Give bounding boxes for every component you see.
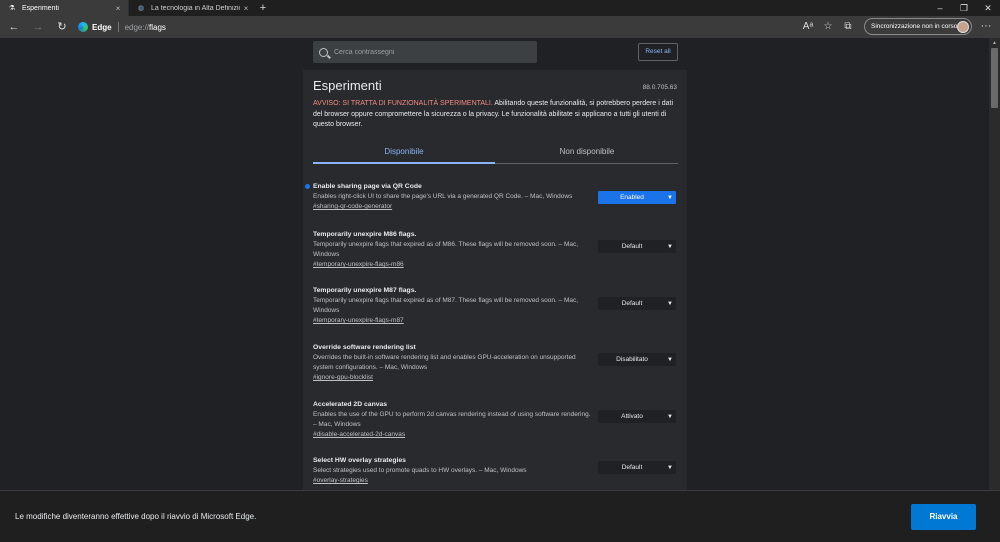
- globe-icon: ◍: [137, 5, 145, 12]
- chevron-down-icon: ▼: [667, 243, 673, 250]
- sync-profile-button[interactable]: Sincronizzazione non in corso: [864, 18, 972, 35]
- address-bar[interactable]: Edge edge:// flags: [78, 19, 778, 35]
- flag-item: Enable sharing page via QR Code Enables …: [305, 182, 678, 212]
- experiments-panel: Esperimenti 88.0.705.63 AVVISO: SI TRATT…: [303, 70, 687, 490]
- flag-select[interactable]: Default ▼: [598, 297, 676, 310]
- scroll-up-icon[interactable]: ▲: [989, 38, 1000, 48]
- flag-name: Accelerated 2D canvas: [313, 401, 388, 408]
- flag-link[interactable]: #ignore-gpu-blocklist: [313, 373, 678, 383]
- flag-link[interactable]: #disable-accelerated-2d-canvas: [313, 430, 678, 440]
- chevron-down-icon: ▼: [667, 194, 673, 201]
- flag-select[interactable]: Attivato ▼: [598, 410, 676, 423]
- flag-description: Enables right-click UI to share the page…: [313, 193, 573, 200]
- tab-title: La tecnologia in Alta Definizione: [151, 4, 240, 12]
- version-label: 88.0.705.63: [642, 84, 677, 91]
- flag-description: Temporarily unexpire flags that expired …: [313, 297, 579, 314]
- minimize-icon[interactable]: –: [928, 0, 952, 16]
- flags-page: Reset all Esperimenti 88.0.705.63 AVVISO…: [0, 38, 989, 490]
- avatar: [957, 20, 969, 33]
- chevron-down-icon: ▼: [667, 300, 673, 307]
- edge-logo-icon: [78, 22, 88, 32]
- chevron-down-icon: ▼: [667, 464, 673, 471]
- relaunch-bar: Le modifiche diventeranno effettive dopo…: [0, 490, 1000, 542]
- chevron-down-icon: ▼: [667, 356, 673, 363]
- relaunch-message: Le modifiche diventeranno effettive dopo…: [15, 512, 257, 521]
- flag-link[interactable]: #temporary-unexpire-flags-m86: [313, 260, 678, 270]
- flag-name: Temporarily unexpire M87 flags.: [313, 287, 417, 294]
- modified-indicator: [305, 184, 310, 189]
- tab-unavailable[interactable]: Non disponibile: [496, 144, 678, 164]
- flask-icon: ⚗: [8, 5, 16, 12]
- read-aloud-icon[interactable]: Aᵃ: [800, 19, 816, 35]
- flag-select-value: Disabilitato: [616, 356, 648, 363]
- flag-name: Override software rendering list: [313, 344, 416, 351]
- refresh-icon[interactable]: ↻: [54, 19, 70, 35]
- flag-select-value: Enabled: [620, 194, 644, 201]
- flag-select-value: Default: [621, 464, 643, 471]
- flag-name: Temporarily unexpire M86 flags.: [313, 231, 417, 238]
- forward-icon[interactable]: →: [30, 19, 46, 35]
- tab-close-icon[interactable]: ×: [240, 4, 252, 13]
- flag-item: Override software rendering list Overrid…: [313, 343, 678, 383]
- close-window-icon[interactable]: ✕: [976, 0, 1000, 16]
- tab-title: Esperimenti: [22, 4, 59, 12]
- flag-description: Temporarily unexpire flags that expired …: [313, 241, 579, 258]
- flag-select[interactable]: Disabilitato ▼: [598, 353, 676, 366]
- chevron-down-icon: ▼: [667, 413, 673, 420]
- toolbar: ← → ↻ Edge edge:// flags Aᵃ ☆ ⧉ Sincroni…: [0, 16, 1000, 38]
- reset-all-button[interactable]: Reset all: [638, 43, 678, 61]
- flag-select[interactable]: Default ▼: [598, 240, 676, 253]
- collections-icon[interactable]: ⧉: [840, 19, 856, 35]
- scroll-thumb[interactable]: [991, 48, 998, 108]
- sync-label: Sincronizzazione non in corso: [871, 23, 958, 30]
- url-path: flags: [149, 22, 166, 32]
- flag-select[interactable]: Enabled ▼: [598, 191, 676, 204]
- flag-description: Select strategies used to promote quads …: [313, 467, 527, 474]
- edge-label: Edge: [92, 22, 112, 32]
- maximize-icon[interactable]: ❐: [952, 0, 976, 16]
- flag-name: Enable sharing page via QR Code: [313, 183, 422, 190]
- new-tab-button[interactable]: +: [256, 0, 270, 16]
- flag-item: Temporarily unexpire M87 flags. Temporar…: [313, 286, 678, 326]
- availability-tabs: Disponibile Non disponibile: [313, 144, 678, 164]
- warning-message: AVVISO: SI TRATTA DI FUNZIONALITÀ SPERIM…: [313, 99, 677, 131]
- flag-select[interactable]: Default ▼: [598, 461, 676, 474]
- tab-close-icon[interactable]: ×: [112, 4, 124, 13]
- flag-item: Temporarily unexpire M86 flags. Temporar…: [313, 230, 678, 270]
- tab-tecnologia[interactable]: ◍ La tecnologia in Alta Definizione ×: [128, 0, 256, 16]
- more-menu-icon[interactable]: ···: [978, 19, 994, 35]
- warning-label: AVVISO: SI TRATTA DI FUNZIONALITÀ SPERIM…: [313, 100, 493, 107]
- flag-description: Overrides the built-in software renderin…: [313, 354, 576, 371]
- search-icon: [319, 47, 328, 57]
- back-icon[interactable]: ←: [6, 19, 22, 35]
- url-prefix: edge://: [124, 22, 150, 32]
- flag-item: Accelerated 2D canvas Enables the use of…: [313, 400, 678, 440]
- page-scrollbar[interactable]: ▲: [989, 38, 1000, 490]
- flag-link[interactable]: #overlay-strategies: [313, 476, 678, 486]
- flag-select-value: Default: [621, 243, 643, 250]
- flag-description: Enables the use of the GPU to perform 2d…: [313, 411, 591, 428]
- tab-available[interactable]: Disponibile: [313, 144, 495, 164]
- search-box[interactable]: [313, 41, 537, 63]
- divider: [117, 22, 119, 32]
- page-title: Esperimenti: [313, 78, 382, 93]
- flag-select-value: Attivato: [621, 413, 643, 420]
- flag-link[interactable]: #temporary-unexpire-flags-m87: [313, 316, 678, 326]
- tab-esperimenti[interactable]: ⚗ Esperimenti ×: [0, 0, 128, 16]
- flag-item: Select HW overlay strategies Select stra…: [313, 456, 678, 486]
- flag-select-value: Default: [621, 300, 643, 307]
- favorites-icon[interactable]: ☆: [820, 19, 836, 35]
- tab-strip: ⚗ Esperimenti × ◍ La tecnologia in Alta …: [0, 0, 1000, 16]
- relaunch-button[interactable]: Riavvia: [911, 504, 976, 530]
- search-input[interactable]: [334, 48, 524, 56]
